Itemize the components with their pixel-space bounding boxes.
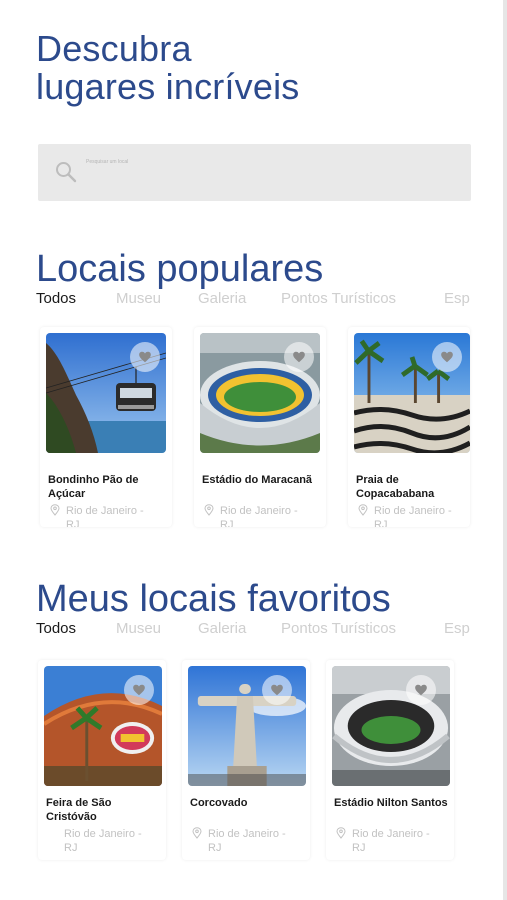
search-icon[interactable]	[54, 160, 78, 184]
popular-category-tabs: Todos Museu Galeria Pontos Turísticos Es…	[36, 290, 476, 310]
location-pin-icon	[50, 504, 60, 516]
tab-esp[interactable]: Esp	[444, 620, 470, 637]
heart-icon	[139, 351, 151, 363]
tab-museu[interactable]: Museu	[116, 620, 161, 637]
favorite-button[interactable]	[432, 342, 462, 372]
location-pin-icon	[204, 504, 214, 516]
tab-galeria[interactable]: Galeria	[198, 290, 246, 307]
section-title-popular: Locais populares	[36, 248, 324, 290]
tab-todos[interactable]: Todos	[36, 290, 76, 307]
heart-icon	[441, 351, 453, 363]
place-card[interactable]: Praia de Copacababana Rio de Janeiro - R…	[348, 327, 470, 527]
section-title-favorites: Meus locais favoritos	[36, 578, 391, 620]
favorite-place-card[interactable]: Corcovado Rio de Janeiro - RJ	[182, 660, 310, 860]
tab-esp[interactable]: Esp	[444, 290, 470, 307]
location-pin-icon	[336, 827, 346, 839]
place-name: Corcovado	[190, 797, 248, 809]
place-card[interactable]: Estádio do Maracanã Rio de Janeiro - RJ	[194, 327, 326, 527]
favorite-place-card[interactable]: Estádio Nilton Santos Rio de Janeiro - R…	[326, 660, 454, 860]
hero-title-line-1: Descubra	[36, 28, 192, 69]
favorite-button[interactable]	[124, 675, 154, 705]
favorite-place-card[interactable]: Feira de São Cristóvão Rio de Janeiro - …	[38, 660, 166, 860]
place-name: Feira de São Cristóvão	[46, 797, 112, 823]
location-pin-icon	[358, 504, 368, 516]
tab-galeria[interactable]: Galeria	[198, 620, 246, 637]
place-name: Estádio do Maracanã	[202, 474, 313, 486]
favorite-button[interactable]	[406, 675, 436, 705]
place-location: Rio de Janeiro - RJ	[352, 828, 430, 854]
tab-pontos-turisticos[interactable]: Pontos Turísticos	[281, 290, 396, 307]
search-input[interactable]	[38, 144, 471, 201]
location-pin-icon	[192, 827, 202, 839]
favorites-category-tabs: Todos Museu Galeria Pontos Turísticos Es…	[36, 620, 476, 640]
hero-title-line-2: lugares incríveis	[36, 66, 300, 107]
tab-museu[interactable]: Museu	[116, 290, 161, 307]
window-edge	[503, 0, 507, 900]
place-name: Estádio Nilton Santos	[334, 797, 448, 809]
place-location: Rio de Janeiro - RJ	[220, 505, 298, 527]
place-location: Rio de Janeiro - RJ	[66, 505, 144, 527]
app-screen: Descubra lugares incríveis Pesquisar um …	[0, 0, 503, 900]
favorite-button[interactable]	[262, 675, 292, 705]
heart-icon	[133, 684, 145, 696]
place-location: Rio de Janeiro - RJ	[64, 828, 142, 854]
place-name: Praia de Copacababana	[356, 474, 435, 500]
heart-icon	[271, 684, 283, 696]
heart-icon	[293, 351, 305, 363]
place-location: Rio de Janeiro - RJ	[374, 505, 452, 527]
heart-icon	[415, 684, 427, 696]
hero-title: Descubra lugares incríveis	[36, 30, 300, 106]
location-pin-icon	[48, 827, 58, 839]
favorite-button[interactable]	[130, 342, 160, 372]
search-placeholder: Pesquisar um local	[86, 159, 129, 165]
place-card[interactable]: Bondinho Pão de Açúcar Rio de Janeiro - …	[40, 327, 172, 527]
favorite-button[interactable]	[284, 342, 314, 372]
tab-todos[interactable]: Todos	[36, 620, 76, 637]
place-location: Rio de Janeiro - RJ	[208, 828, 286, 854]
tab-pontos-turisticos[interactable]: Pontos Turísticos	[281, 620, 396, 637]
place-name: Bondinho Pão de Açúcar	[48, 474, 139, 500]
